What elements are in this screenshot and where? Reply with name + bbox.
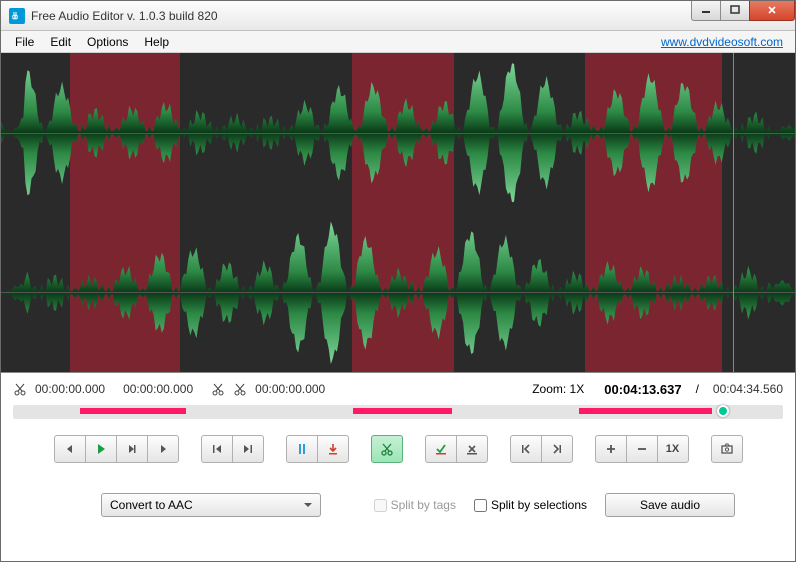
snapshot-button[interactable] [711, 435, 743, 463]
current-time: 00:04:13.637 [604, 382, 681, 397]
website-link[interactable]: www.dvdvideosoft.com [655, 33, 789, 51]
info-row: 00:00:00.000 00:00:00.000 00:00:00.000 Z… [1, 373, 795, 401]
minimize-button[interactable] [691, 1, 721, 21]
menu-file[interactable]: File [7, 33, 42, 51]
waveform-area[interactable] [1, 53, 795, 373]
time-separator: / [696, 382, 699, 396]
goto-start-button[interactable] [510, 435, 542, 463]
step-back-button[interactable] [54, 435, 86, 463]
timeline-selection [579, 408, 712, 414]
goto-end-button[interactable] [541, 435, 573, 463]
add-selection-button[interactable] [425, 435, 457, 463]
scissors-icon [211, 382, 225, 396]
play-button[interactable] [85, 435, 117, 463]
scissors-icon [13, 382, 27, 396]
menu-options[interactable]: Options [79, 33, 136, 51]
convert-format-value: Convert to AAC [110, 498, 193, 512]
window-controls [692, 1, 795, 21]
app-window: Free Audio Editor v. 1.0.3 build 820 Fil… [0, 0, 796, 562]
selection-start-time: 00:00:00.000 [35, 382, 105, 396]
playhead-marker[interactable] [733, 53, 734, 372]
marker-pause-button[interactable] [286, 435, 318, 463]
waveform-left-channel [1, 53, 795, 213]
timeline[interactable] [13, 405, 783, 419]
menu-help[interactable]: Help [136, 33, 177, 51]
selection-end-time: 00:00:00.000 [123, 382, 193, 396]
window-title: Free Audio Editor v. 1.0.3 build 820 [31, 9, 692, 23]
bottom-row: Convert to AAC Split by tags Split by se… [1, 475, 795, 535]
trim-time: 00:00:00.000 [255, 382, 325, 396]
convert-format-dropdown[interactable]: Convert to AAC [101, 493, 321, 517]
split-by-tags-checkbox[interactable]: Split by tags [374, 498, 456, 512]
cut-selection-button[interactable] [371, 435, 403, 463]
menubar: File Edit Options Help www.dvdvideosoft.… [1, 31, 795, 53]
maximize-button[interactable] [720, 1, 750, 21]
timeline-selection [353, 408, 452, 414]
marker-set-button[interactable] [317, 435, 349, 463]
titlebar: Free Audio Editor v. 1.0.3 build 820 [1, 1, 795, 31]
waveform-right-channel [1, 213, 795, 373]
zoom-reset-button[interactable]: 1X [657, 435, 689, 463]
skip-end-button[interactable] [232, 435, 264, 463]
total-time: 00:04:34.560 [713, 382, 783, 396]
timeline-selection [80, 408, 186, 414]
timeline-cursor[interactable] [717, 405, 729, 417]
zoom-in-button[interactable] [595, 435, 627, 463]
zoom-out-button[interactable] [626, 435, 658, 463]
menu-edit[interactable]: Edit [42, 33, 79, 51]
split-by-selections-checkbox[interactable]: Split by selections [474, 498, 587, 512]
zoom-label: Zoom: 1X [532, 382, 584, 396]
save-audio-button[interactable]: Save audio [605, 493, 735, 517]
toolbar: 1X [1, 429, 795, 475]
skip-start-button[interactable] [201, 435, 233, 463]
scissors-icon [233, 382, 247, 396]
app-icon [9, 8, 25, 24]
step-forward-button[interactable] [147, 435, 179, 463]
close-button[interactable] [749, 1, 795, 21]
remove-selection-button[interactable] [456, 435, 488, 463]
play-selection-button[interactable] [116, 435, 148, 463]
